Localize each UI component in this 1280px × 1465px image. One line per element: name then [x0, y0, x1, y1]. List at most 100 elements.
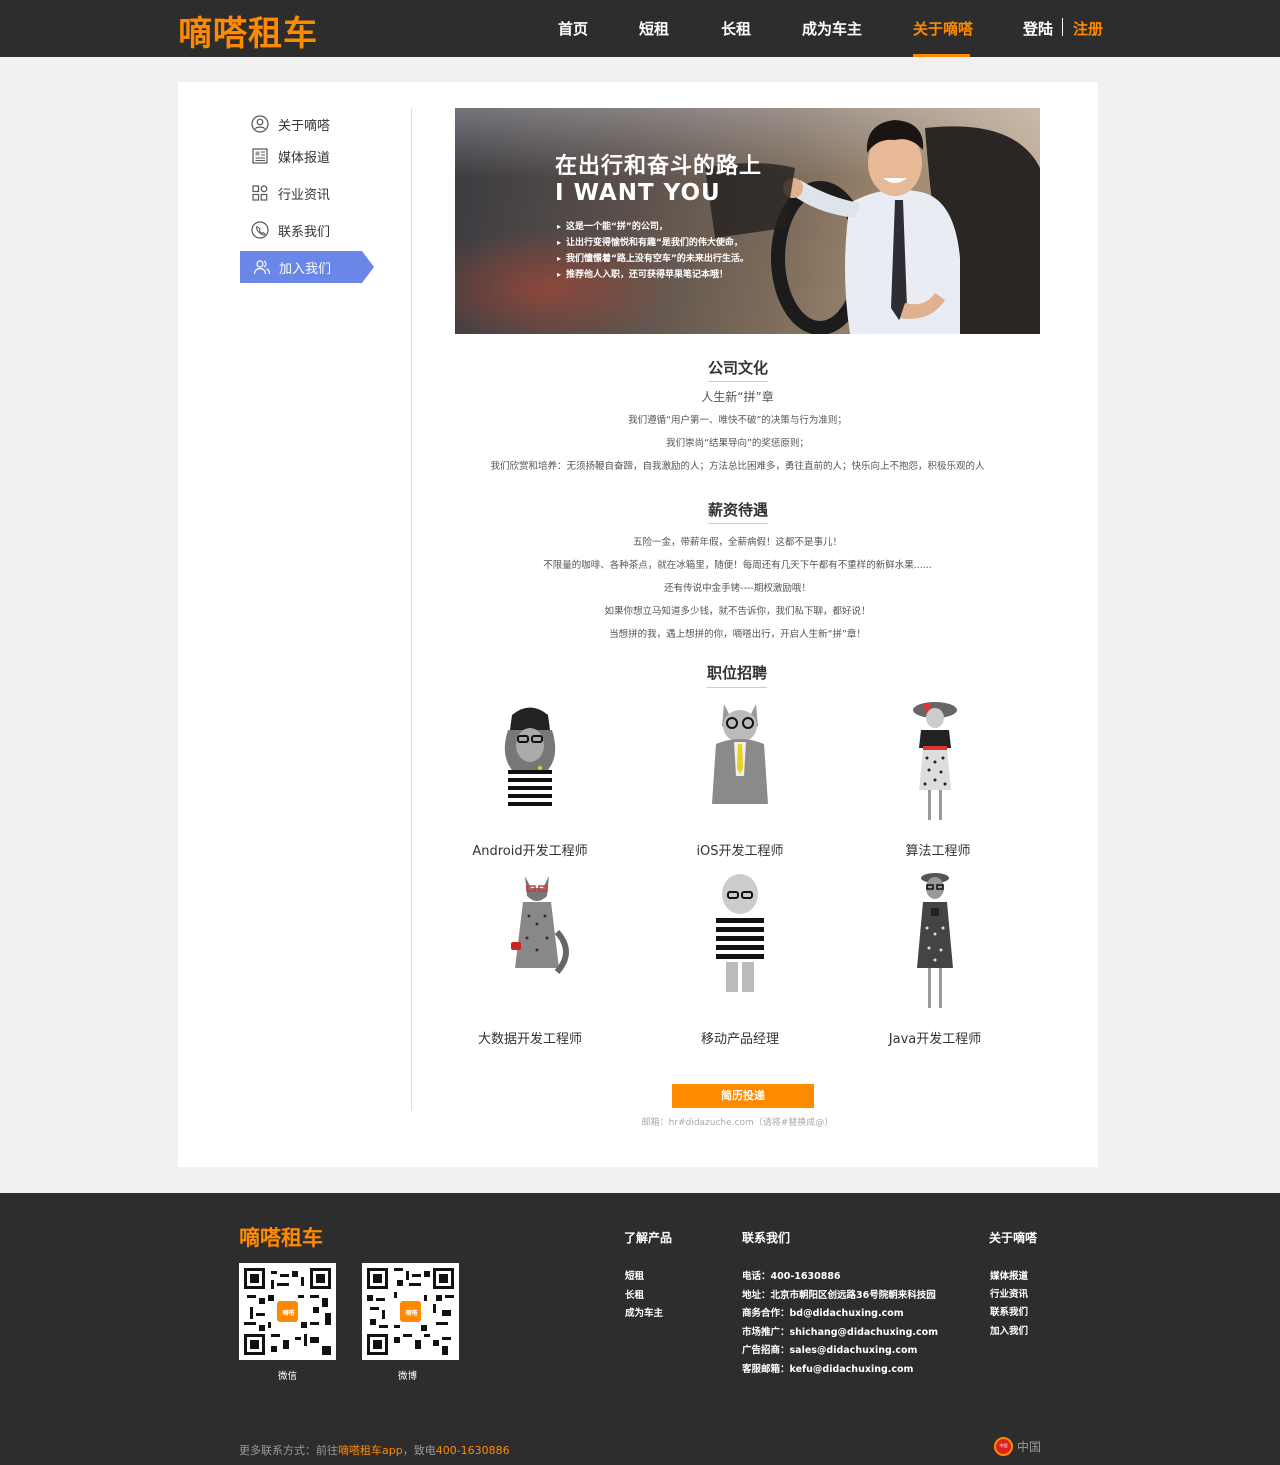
- cat-suit-illustration: [712, 704, 768, 804]
- nav-home[interactable]: 首页: [558, 18, 588, 39]
- job-title[interactable]: 算法工程师: [843, 840, 1033, 859]
- salary-line: 还有传说中金手铐----期权激励哦！: [664, 583, 811, 594]
- nav-long-rent[interactable]: 长租: [721, 18, 751, 39]
- salary-title: 薪资待遇: [707, 501, 768, 519]
- sidebar-item-industry[interactable]: 行业资讯: [250, 183, 330, 203]
- job-title[interactable]: 大数据开发工程师: [435, 1028, 625, 1047]
- sidebar-item-about[interactable]: 关于嘀嗒: [250, 114, 330, 134]
- nav-about[interactable]: 关于嘀嗒: [913, 18, 973, 39]
- sidebar-item-label: 关于嘀嗒: [278, 118, 331, 134]
- nav-separator: [1062, 18, 1063, 36]
- region-label: 中国: [1017, 1440, 1042, 1454]
- qr-badge-label: 嘀嗒: [282, 1310, 295, 1317]
- qr-label: 微信: [277, 1371, 297, 1382]
- newspaper-icon: [250, 146, 270, 166]
- footer-link-short-rent[interactable]: 短租: [625, 1268, 644, 1282]
- footer-link-long-rent[interactable]: 长租: [625, 1287, 644, 1301]
- region-badge-text: 中国: [999, 1443, 1008, 1448]
- job-card-bigdata[interactable]: [442, 872, 632, 987]
- fox-dress-illustration: [511, 876, 569, 975]
- section-underline: [707, 687, 767, 688]
- salary-line: 不限量的咖啡、各种茶点，就在冰箱里，随便！每周还有几天下午都有不重样的新鲜水果.…: [543, 560, 932, 571]
- jobs-title: 职位招聘: [706, 664, 767, 682]
- top-nav-bar: 嘀嗒租车 首页 短租 长租 成为车主 关于嘀嗒 登陆 注册: [0, 0, 1280, 57]
- sidebar-divider: [411, 108, 412, 1110]
- register-link[interactable]: 注册: [1073, 18, 1103, 39]
- region-selector[interactable]: 中国 中国: [994, 1437, 1041, 1456]
- grid-icon: [250, 183, 270, 203]
- nav-become-owner[interactable]: 成为车主: [802, 18, 862, 39]
- footer-link-join[interactable]: 加入我们: [990, 1323, 1028, 1337]
- footer-link-become-owner[interactable]: 成为车主: [625, 1305, 663, 1319]
- job-title[interactable]: Java开发工程师: [840, 1028, 1030, 1047]
- qr-label: 微博: [397, 1371, 417, 1382]
- footer-more-mid: ，致电: [402, 1444, 436, 1457]
- user-circle-icon: [250, 114, 270, 134]
- footer-app-link[interactable]: 嘀嗒租车app: [338, 1444, 403, 1457]
- job-card-product-manager[interactable]: [645, 872, 835, 997]
- footer-more-contact: 更多联系方式：前往嘀嗒租车app，致电400-1630886: [239, 1442, 510, 1458]
- phone-icon: [250, 220, 270, 240]
- job-title[interactable]: Android开发工程师: [435, 840, 625, 859]
- banner-title: 在出行和奋斗的路上: [555, 154, 763, 179]
- culture-slogan: 人生新“拼”章: [701, 390, 774, 404]
- footer-link-industry[interactable]: 行业资讯: [990, 1286, 1028, 1300]
- footer-link-media[interactable]: 媒体报道: [990, 1268, 1028, 1282]
- job-title[interactable]: iOS开发工程师: [645, 840, 835, 859]
- banner-bullet-list: 这是一个能“拼”的公司， 让出行变得愉悦和有趣“是我们的伟大使命， 我们憧憬着“…: [557, 219, 749, 283]
- footer-products-title: 了解产品: [624, 1231, 673, 1245]
- culture-title: 公司文化: [707, 359, 768, 377]
- footer-logo[interactable]: 嘀嗒租车: [239, 1222, 323, 1252]
- footer-contact-bd-email[interactable]: 商务合作：bd@didachuxing.com: [742, 1305, 904, 1319]
- wechat-qr-code[interactable]: 嘀嗒: [239, 1263, 336, 1360]
- job-card-android[interactable]: [435, 700, 625, 815]
- footer-link-contact[interactable]: 联系我们: [990, 1304, 1028, 1318]
- nav-short-rent[interactable]: 短租: [639, 18, 669, 39]
- sidebar-item-label: 媒体报道: [278, 150, 331, 166]
- job-card-algorithm[interactable]: [840, 698, 1030, 826]
- banner-bullet: 这是一个能“拼”的公司，: [557, 219, 749, 235]
- section-underline: [708, 523, 768, 524]
- sidebar-item-media[interactable]: 媒体报道: [250, 146, 330, 166]
- footer-more-prefix: 更多联系方式：前往: [239, 1444, 338, 1457]
- job-card-java[interactable]: [840, 868, 1030, 1013]
- login-link[interactable]: 登陆: [1023, 18, 1053, 39]
- email-note: 邮箱：hr#didazuche.com（请将#替换成@）: [641, 1118, 834, 1128]
- culture-line: 我们欣赏和培养：无须扬鞭自奋蹄，自我激励的人；方法总比困难多，勇往直前的人；快乐…: [490, 461, 985, 472]
- salary-line: 五险一金，带薪年假，全薪病假！这都不是事儿！: [632, 537, 842, 548]
- job-card-ios[interactable]: [645, 696, 835, 811]
- banner-bullet: 让出行变得愉悦和有趣“是我们的伟大使命，: [557, 235, 749, 251]
- nav-active-indicator: [913, 54, 970, 57]
- qr-badge-label: 嘀嗒: [405, 1310, 418, 1317]
- hero-banner: 在出行和奋斗的路上 I WANT YOU 这是一个能“拼”的公司， 让出行变得愉…: [455, 108, 1040, 334]
- china-flag-icon: 中国: [994, 1437, 1013, 1456]
- salary-line: 当想拼的我，遇上想拼的你，嘀嗒出行，开启人生新“拼”章！: [609, 629, 866, 640]
- deer-dress-illustration: [917, 873, 953, 1008]
- banner-bullet: 推荐他人入职，还可获得苹果笔记本哦！: [557, 267, 749, 283]
- footer-contact-marketing-email[interactable]: 市场推广：shichang@didachuxing.com: [742, 1324, 938, 1338]
- sidebar-item-label: 联系我们: [278, 224, 331, 240]
- users-icon: [253, 257, 273, 277]
- lady-hat-illustration: [913, 702, 957, 820]
- site-logo[interactable]: 嘀嗒租车: [178, 6, 318, 55]
- footer-about-title: 关于嘀嗒: [989, 1231, 1038, 1245]
- footer-contact-address: 地址：北京市朝阳区创远路36号院朝来科技园: [742, 1290, 936, 1301]
- footer-phone: 400-1630886: [435, 1444, 510, 1457]
- footer-contact-service-email[interactable]: 客服邮箱：kefu@didachuxing.com: [742, 1361, 913, 1375]
- culture-line: 我们崇尚“结果导向”的奖惩原则；: [666, 438, 809, 449]
- salary-line: 如果你想立马知道多少钱，就不告诉你，我们私下聊，都好说！: [604, 606, 871, 617]
- sidebar-item-label: 行业资讯: [278, 187, 331, 203]
- submit-resume-button[interactable]: 简历投递: [672, 1084, 814, 1108]
- sidebar-item-join[interactable]: 加入我们: [240, 251, 374, 283]
- sidebar-item-contact[interactable]: 联系我们: [250, 220, 330, 240]
- footer-contact-title: 联系我们: [742, 1231, 791, 1245]
- footer-contact-sales-email[interactable]: 广告招商：sales@didachuxing.com: [742, 1342, 917, 1356]
- culture-line: 我们遵循“用户第一、唯快不破”的决策与行为准则；: [628, 415, 847, 426]
- job-title[interactable]: 移动产品经理: [645, 1028, 835, 1047]
- banner-bullet: 我们憧憬着“路上没有空车”的未来出行生活。: [557, 251, 749, 267]
- footer-contact-phone: 电话：400-1630886: [742, 1271, 841, 1282]
- sidebar-item-label: 加入我们: [279, 261, 332, 277]
- weibo-qr-code[interactable]: 嘀嗒: [362, 1263, 459, 1360]
- banner-subtitle: I WANT YOU: [555, 180, 721, 206]
- lion-hipster-illustration: [504, 707, 556, 806]
